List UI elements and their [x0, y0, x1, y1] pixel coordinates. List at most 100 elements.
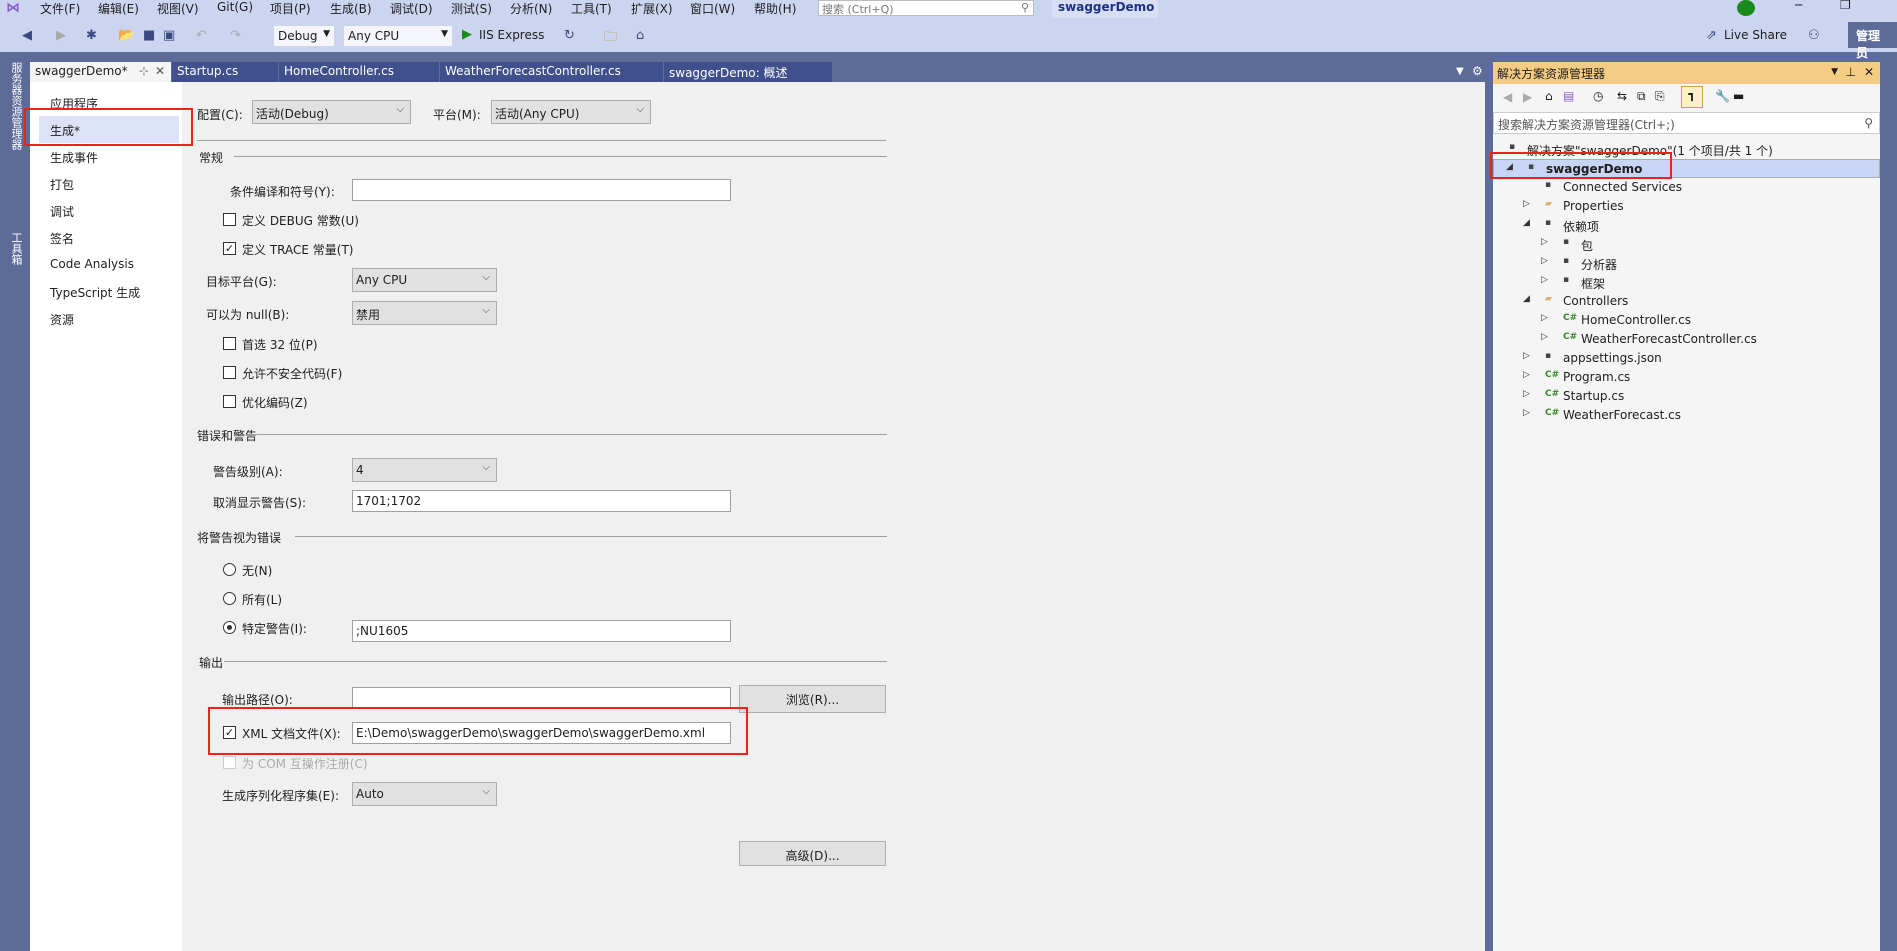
treat-all-radio[interactable]	[223, 592, 236, 605]
tab-homecontroller[interactable]: HomeController.cs	[279, 62, 440, 82]
save-all-icon[interactable]: ▣	[163, 28, 175, 43]
nav-item[interactable]: 打包	[50, 176, 74, 193]
feedback-icon[interactable]: ⚇	[1808, 28, 1820, 43]
tab-dropdown-icon[interactable]: ▼	[1456, 66, 1464, 77]
save-icon[interactable]: ■	[143, 28, 155, 43]
tree-item[interactable]: ▪ Connected Services	[1493, 178, 1880, 197]
suppress-warnings-input[interactable]: 1701;1702	[352, 490, 731, 512]
back-icon[interactable]: ◀	[1503, 90, 1512, 104]
config-combo[interactable]: Debug ▼	[273, 25, 335, 47]
find-in-files-icon[interactable]: 🗀	[604, 28, 617, 50]
collapsed-arrow-icon[interactable]: ▷	[1541, 275, 1548, 285]
menu-item[interactable]: 扩展(X)	[631, 0, 673, 17]
menu-item[interactable]: 测试(S)	[451, 0, 492, 17]
menu-item[interactable]: 项目(P)	[270, 0, 311, 17]
menu-item[interactable]: 工具(T)	[571, 0, 612, 17]
menu-item[interactable]: Git(G)	[217, 0, 253, 14]
config-select[interactable]: 活动(Debug) ⌵	[252, 100, 411, 124]
tab-swaggerdemo[interactable]: swaggerDemo* ⊹ ✕	[30, 62, 172, 82]
tree-item[interactable]: ▷ ▪ 包	[1493, 235, 1880, 254]
sync-icon[interactable]: ⇆	[1617, 89, 1627, 103]
live-share-button[interactable]: Live Share	[1724, 28, 1787, 42]
output-path-input[interactable]	[352, 687, 731, 709]
menu-item[interactable]: 分析(N)	[510, 0, 552, 17]
restore-icon[interactable]: ❐	[1840, 0, 1851, 12]
close-icon[interactable]: ✕	[1864, 65, 1874, 79]
user-avatar[interactable]	[1737, 0, 1755, 16]
treat-none-radio[interactable]	[223, 563, 236, 576]
platform-select[interactable]: 活动(Any CPU) ⌵	[491, 100, 651, 124]
pin-icon[interactable]: ⊥	[1846, 65, 1856, 79]
redo-icon[interactable]: ↷	[230, 28, 241, 43]
cond-symbols-input[interactable]	[352, 179, 731, 201]
debug-checkbox[interactable]	[223, 213, 236, 226]
expanded-arrow-icon[interactable]: ◢	[1523, 294, 1530, 304]
track-active-icon[interactable]: ┓	[1681, 86, 1703, 108]
warning-level-select[interactable]: 4 ⌵	[352, 458, 497, 482]
run-icon[interactable]: ▶	[462, 27, 472, 42]
refresh-icon[interactable]: ↻	[564, 28, 575, 43]
tab-startup[interactable]: Startup.cs	[172, 62, 279, 82]
collapsed-arrow-icon[interactable]: ▷	[1523, 370, 1530, 380]
expanded-arrow-icon[interactable]: ◢	[1523, 218, 1530, 228]
tree-item[interactable]: ▷ ▰ Properties	[1493, 197, 1880, 216]
nav-item[interactable]: Code Analysis	[50, 257, 134, 271]
menu-item[interactable]: 文件(F)	[40, 0, 80, 17]
collapsed-arrow-icon[interactable]: ▷	[1523, 389, 1530, 399]
menu-item[interactable]: 视图(V)	[157, 0, 199, 17]
prefer32-checkbox[interactable]	[223, 337, 236, 350]
tab-weatherforecastcontroller[interactable]: WeatherForecastController.cs	[440, 62, 664, 82]
menu-item[interactable]: 编辑(E)	[98, 0, 139, 17]
collapsed-arrow-icon[interactable]: ▷	[1541, 237, 1548, 247]
toolbox-tab[interactable]: 工具箱	[8, 232, 24, 265]
target-platform-select[interactable]: Any CPU ⌵	[352, 268, 497, 292]
new-project-icon[interactable]: ✱	[86, 28, 97, 43]
tab-overview[interactable]: swaggerDemo: 概述	[664, 62, 833, 82]
nav-item[interactable]: TypeScript 生成	[50, 284, 140, 301]
close-icon[interactable]: ✕	[155, 64, 165, 78]
run-button[interactable]: IIS Express	[479, 28, 544, 42]
collapsed-arrow-icon[interactable]: ▷	[1541, 313, 1548, 323]
forward-icon[interactable]: ▶	[56, 28, 66, 43]
menu-item[interactable]: 窗口(W)	[690, 0, 735, 17]
nullable-select[interactable]: 禁用 ⌵	[352, 301, 497, 325]
collapsed-arrow-icon[interactable]: ▷	[1523, 199, 1530, 209]
trace-checkbox[interactable]: ✓	[223, 242, 236, 255]
nav-item[interactable]: 调试	[50, 203, 74, 220]
back-icon[interactable]: ◀	[22, 28, 32, 43]
minimize-icon[interactable]: ─	[1795, 0, 1802, 12]
properties-wrench-icon[interactable]: 🔧	[1715, 89, 1730, 103]
collapsed-arrow-icon[interactable]: ▷	[1541, 256, 1548, 266]
menu-item[interactable]: 帮助(H)	[754, 0, 796, 17]
optimize-checkbox[interactable]	[223, 395, 236, 408]
collapse-all-icon[interactable]: ⧉	[1637, 89, 1646, 104]
serialization-select[interactable]: Auto ⌵	[352, 782, 497, 806]
solution-search-input[interactable]: 搜索解决方案资源管理器(Ctrl+;) ⚲	[1493, 112, 1880, 134]
nav-item[interactable]: 签名	[50, 230, 74, 247]
switch-views-icon[interactable]: ▤	[1563, 89, 1574, 103]
tree-item[interactable]: ◢ ▰ Controllers	[1493, 292, 1880, 311]
tree-item[interactable]: ▷ C# Startup.cs	[1493, 387, 1880, 406]
com-interop-checkbox[interactable]	[223, 756, 236, 769]
browse-button[interactable]: 浏览(R)...	[739, 685, 886, 713]
tree-item[interactable]: ▷ ▪ appsettings.json	[1493, 349, 1880, 368]
nav-item[interactable]: 生成事件	[50, 149, 98, 166]
collapsed-arrow-icon[interactable]: ▷	[1523, 408, 1530, 418]
treat-specific-radio[interactable]	[223, 621, 236, 634]
browser-icon[interactable]: ⌂	[636, 28, 644, 43]
dropdown-icon[interactable]: ▼	[1831, 67, 1838, 77]
menu-item[interactable]: 调试(D)	[390, 0, 433, 17]
nav-item[interactable]: 资源	[50, 311, 74, 328]
pending-changes-icon[interactable]: ◷	[1593, 89, 1603, 103]
undo-icon[interactable]: ↶	[196, 28, 207, 43]
tree-item[interactable]: ◢ ▪ 依赖项	[1493, 216, 1880, 235]
open-icon[interactable]: 📂	[118, 28, 134, 43]
search-input[interactable]: 搜索 (Ctrl+Q) ⚲	[818, 0, 1034, 16]
home-icon[interactable]: ⌂	[1545, 89, 1553, 103]
gear-icon[interactable]: ⚙	[1472, 64, 1483, 78]
platform-combo[interactable]: Any CPU ▼	[343, 25, 453, 47]
advanced-button[interactable]: 高级(D)...	[739, 841, 886, 866]
specific-warnings-input[interactable]: ;NU1605	[352, 620, 731, 642]
forward-icon[interactable]: ▶	[1523, 90, 1532, 104]
tree-item[interactable]: ▷ C# WeatherForecast.cs	[1493, 406, 1880, 425]
